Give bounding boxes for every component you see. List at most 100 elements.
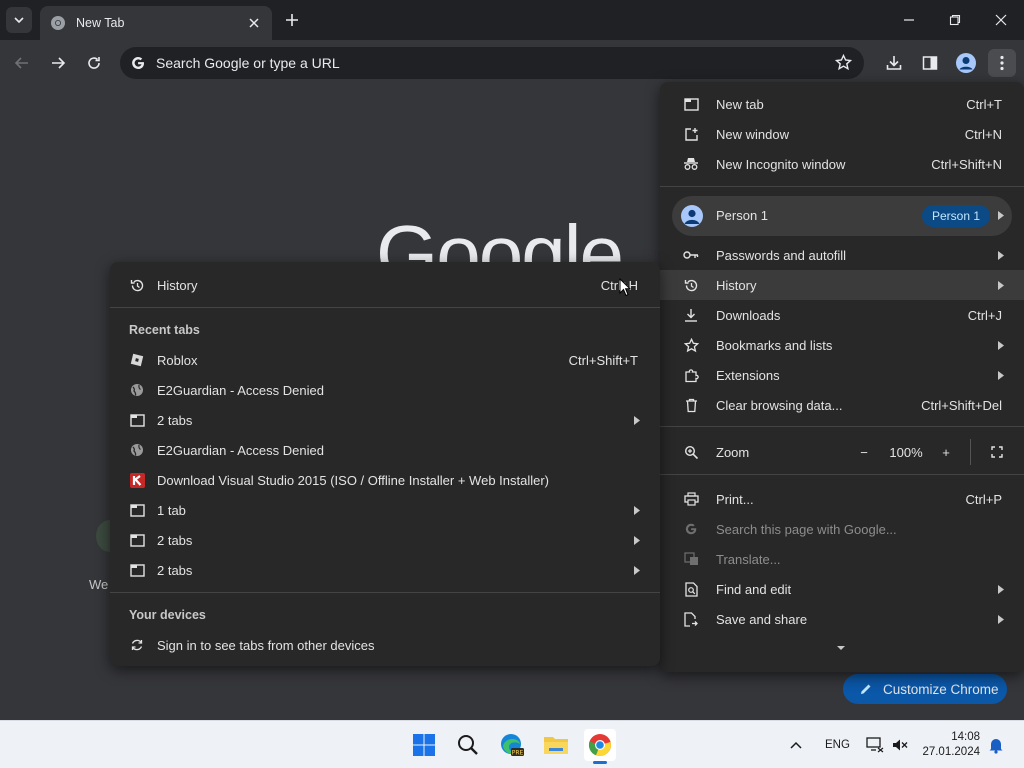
recent-tab-item[interactable]: Roblox Ctrl+Shift+T — [110, 345, 660, 375]
menu-item-save-share[interactable]: Save and share — [660, 604, 1024, 634]
chevron-right-icon — [998, 211, 1004, 220]
profile-menu-item[interactable]: Person 1 Person 1 — [672, 196, 1012, 236]
menu-item-print[interactable]: Print... Ctrl+P — [660, 484, 1024, 514]
menu-item-find-edit[interactable]: Find and edit — [660, 574, 1024, 604]
recent-tab-item[interactable]: E2Guardian - Access Denied — [110, 375, 660, 405]
recent-tab-item[interactable]: E2Guardian - Access Denied — [110, 435, 660, 465]
history-menu-item[interactable]: History Ctrl+H — [110, 270, 660, 300]
new-window-icon — [683, 126, 699, 142]
menu-item-downloads[interactable]: Downloads Ctrl+J — [660, 300, 1024, 330]
save-share-icon — [683, 611, 699, 627]
recent-tab-group[interactable]: 2 tabs — [110, 525, 660, 555]
tab-search-button[interactable] — [6, 7, 32, 33]
reload-icon — [88, 57, 100, 69]
roblox-icon — [129, 352, 145, 368]
scroll-down-arrow-icon[interactable] — [837, 645, 845, 651]
sign-in-devices-item[interactable]: Sign in to see tabs from other devices — [110, 630, 660, 660]
chevron-right-icon — [634, 566, 640, 575]
back-button[interactable] — [8, 49, 36, 77]
chevron-right-icon — [998, 371, 1004, 380]
sync-icon — [129, 637, 145, 653]
menu-item-bookmarks-lists[interactable]: Bookmarks and lists — [660, 330, 1024, 360]
search-icon — [458, 735, 478, 755]
avatar-icon — [956, 53, 976, 73]
chrome-icon — [588, 734, 611, 757]
k-site-icon — [129, 472, 145, 488]
toolbar: Search Google or type a URL — [0, 40, 1024, 86]
profile-button[interactable] — [952, 49, 980, 77]
bookmark-star-button[interactable] — [835, 54, 852, 71]
menu-separator — [660, 474, 1024, 475]
menu-item-passwords-autofill[interactable]: Passwords and autofill — [660, 240, 1024, 270]
taskbar: PRE ENG 14:08 27.01.2024 — [0, 720, 1024, 768]
downloads-button[interactable] — [880, 49, 908, 77]
minimize-button[interactable] — [886, 0, 932, 40]
network-icon[interactable] — [866, 721, 884, 768]
new-tab-button[interactable] — [280, 8, 304, 32]
recent-tab-group[interactable]: 2 tabs — [110, 405, 660, 435]
zoom-out-button[interactable]: − — [851, 439, 877, 465]
history-icon — [683, 277, 699, 293]
language-indicator[interactable]: ENG — [825, 721, 850, 768]
file-explorer-button[interactable] — [540, 729, 572, 761]
edge-beta-button[interactable]: PRE — [496, 729, 528, 761]
forward-button[interactable] — [44, 49, 72, 77]
close-icon — [249, 18, 259, 28]
menu-item-translate[interactable]: Translate... — [660, 544, 1024, 574]
chrome-menu-button[interactable] — [988, 49, 1016, 77]
history-submenu: History Ctrl+H Recent tabs Roblox Ctrl+S… — [110, 262, 660, 666]
menu-item-extensions[interactable]: Extensions — [660, 360, 1024, 390]
trash-icon — [683, 397, 699, 413]
tab-close-button[interactable] — [246, 15, 262, 31]
menu-item-history[interactable]: History — [660, 270, 1024, 300]
taskbar-clock[interactable]: 14:08 27.01.2024 — [922, 730, 980, 760]
omnibox-placeholder: Search Google or type a URL — [156, 55, 340, 71]
close-window-button[interactable] — [978, 0, 1024, 40]
customize-chrome-button[interactable]: Customize Chrome — [843, 674, 1007, 704]
tab-new-tab[interactable]: New Tab — [40, 6, 272, 40]
menu-separator — [660, 426, 1024, 427]
tab-strip: New Tab — [0, 0, 1024, 40]
fullscreen-button[interactable] — [984, 437, 1010, 467]
menu-item-new-tab[interactable]: New tab Ctrl+T — [660, 89, 1024, 119]
volume-muted-icon[interactable] — [892, 721, 908, 768]
new-tab-icon — [683, 96, 699, 112]
menu-item-new-incognito-window[interactable]: New Incognito window Ctrl+Shift+N — [660, 149, 1024, 179]
clock-date: 27.01.2024 — [922, 746, 980, 758]
menu-item-new-window[interactable]: New window Ctrl+N — [660, 119, 1024, 149]
google-logo: Google — [376, 214, 622, 262]
window-icon — [129, 532, 145, 548]
recent-tab-group[interactable]: 2 tabs — [110, 555, 660, 585]
kebab-menu-icon — [1000, 55, 1004, 71]
download-icon — [886, 56, 902, 70]
window-icon — [129, 562, 145, 578]
menu-item-search-with-google[interactable]: Search this page with Google... — [660, 514, 1024, 544]
mouse-cursor-icon — [619, 278, 631, 297]
customize-chrome-label: Customize Chrome — [883, 681, 999, 697]
restore-button[interactable] — [932, 0, 978, 40]
omnibox[interactable]: Search Google or type a URL — [120, 47, 864, 79]
tray-overflow-button[interactable] — [790, 721, 802, 768]
recent-tab-group[interactable]: 1 tab — [110, 495, 660, 525]
side-panel-button[interactable] — [916, 49, 944, 77]
pencil-icon — [861, 684, 871, 694]
printer-icon — [683, 491, 699, 507]
windows-logo-icon — [413, 734, 435, 756]
chrome-taskbar-button[interactable] — [584, 729, 616, 764]
zoom-in-button[interactable]: + — [933, 439, 959, 465]
recent-tabs-heading: Recent tabs — [129, 323, 200, 337]
reload-button[interactable] — [80, 49, 108, 77]
restore-icon — [949, 14, 961, 26]
arrow-left-icon — [14, 57, 28, 69]
folder-icon — [544, 737, 568, 754]
recent-tab-item[interactable]: Download Visual Studio 2015 (ISO / Offli… — [110, 465, 660, 495]
active-indicator — [593, 761, 607, 764]
zoom-divider — [970, 439, 971, 465]
chevron-right-icon — [998, 251, 1004, 260]
start-button[interactable] — [408, 729, 440, 761]
menu-item-clear-browsing-data[interactable]: Clear browsing data... Ctrl+Shift+Del — [660, 390, 1024, 420]
chevron-down-icon — [14, 17, 24, 24]
notification-bell-icon[interactable] — [988, 721, 1004, 768]
profile-name: Person 1 — [716, 208, 769, 223]
taskbar-search-button[interactable] — [452, 729, 484, 761]
